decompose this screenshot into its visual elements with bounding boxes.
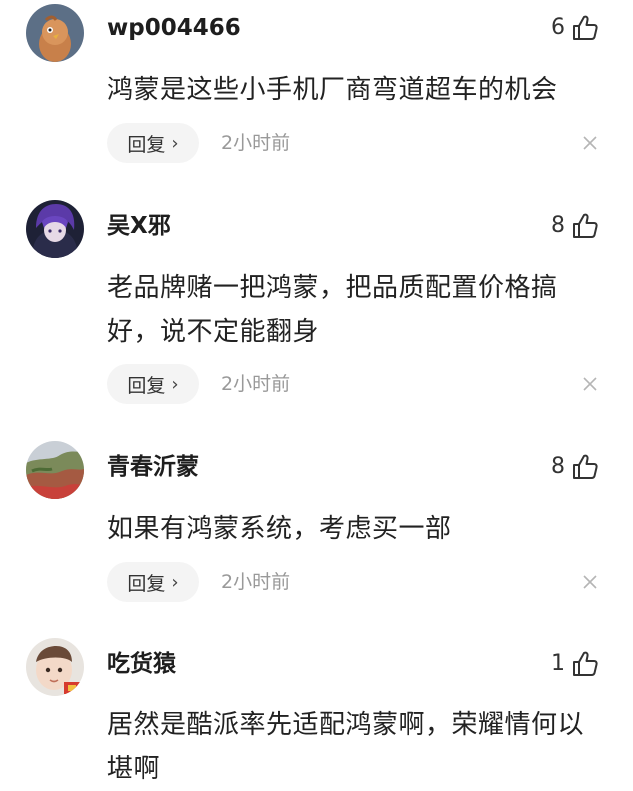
like-button[interactable]: 6 xyxy=(551,13,599,43)
reply-button[interactable]: 回复 › xyxy=(107,364,199,404)
avatar[interactable] xyxy=(26,638,84,696)
comment-text: 如果有鸿蒙系统，考虑买一部 xyxy=(107,514,452,544)
chevron-right-icon: › xyxy=(171,132,179,154)
thumbs-up-icon xyxy=(571,14,599,42)
username[interactable]: 吃货猿 xyxy=(107,650,176,678)
chevron-right-icon: › xyxy=(171,373,179,395)
like-button[interactable]: 8 xyxy=(551,452,599,482)
close-icon[interactable] xyxy=(581,364,599,404)
thumbs-up-icon xyxy=(571,212,599,240)
like-button[interactable]: 1 xyxy=(551,649,599,679)
avatar[interactable] xyxy=(26,200,84,258)
username[interactable]: wp004466 xyxy=(107,14,241,42)
close-icon[interactable] xyxy=(581,123,599,163)
reply-label: 回复 xyxy=(127,572,166,595)
timestamp: 2小时前 xyxy=(221,132,291,154)
timestamp: 2小时前 xyxy=(221,373,291,395)
like-button[interactable]: 8 xyxy=(551,211,599,241)
avatar[interactable] xyxy=(26,4,84,62)
close-icon[interactable] xyxy=(581,562,599,602)
chevron-right-icon: › xyxy=(171,571,179,593)
like-count: 8 xyxy=(551,454,565,479)
reply-button[interactable]: 回复 › xyxy=(107,123,199,163)
comment-text: 老品牌赌一把鸿蒙，把品质配置价格搞好，说不定能翻身 xyxy=(107,273,558,347)
reply-button[interactable]: 回复 › xyxy=(107,562,199,602)
like-count: 6 xyxy=(551,15,565,40)
timestamp: 2小时前 xyxy=(221,571,291,593)
comment-text: 鸿蒙是这些小手机厂商弯道超车的机会 xyxy=(107,75,558,105)
thumbs-up-icon xyxy=(571,453,599,481)
username[interactable]: 青春沂蒙 xyxy=(107,453,199,481)
comment-text: 居然是酷派率先适配鸿蒙啊，荣耀情何以堪啊 xyxy=(107,710,585,784)
reply-label: 回复 xyxy=(127,374,166,397)
username[interactable]: 吴X邪 xyxy=(107,212,171,240)
like-count: 8 xyxy=(551,213,565,238)
reply-label: 回复 xyxy=(127,133,166,156)
thumbs-up-icon xyxy=(571,650,599,678)
avatar[interactable] xyxy=(26,441,84,499)
like-count: 1 xyxy=(551,651,565,676)
